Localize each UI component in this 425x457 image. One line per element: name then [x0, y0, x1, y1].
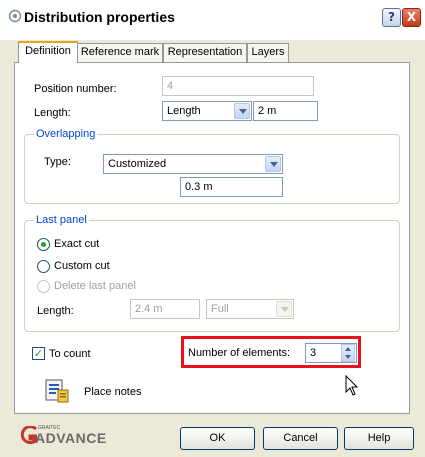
custom-cut-radio[interactable]: [37, 260, 50, 273]
custom-cut-label[interactable]: Custom cut: [54, 260, 110, 272]
type-label: Type:: [44, 156, 71, 168]
help-title-button[interactable]: ?: [382, 8, 401, 27]
to-count-checkbox[interactable]: ✓: [32, 347, 45, 360]
mouse-cursor-icon: [345, 375, 359, 396]
length-input[interactable]: 2 m: [253, 101, 318, 121]
number-of-elements-value: 3: [310, 347, 317, 359]
overlapping-legend: Overlapping: [34, 128, 98, 140]
length-label: Length:: [34, 107, 71, 119]
overlap-value-input[interactable]: 0.3 m: [180, 177, 283, 197]
tab-layers[interactable]: Layers: [247, 43, 289, 62]
spinner-icon[interactable]: [341, 344, 355, 362]
delete-last-panel-radio: [37, 280, 50, 293]
number-of-elements-label: Number of elements:: [188, 347, 291, 359]
chevron-down-icon[interactable]: [265, 156, 281, 172]
last-panel-length-label: Length:: [37, 305, 74, 317]
chevron-down-icon: [276, 301, 292, 317]
length-select-value: Length: [167, 105, 201, 117]
number-of-elements-input[interactable]: 3: [305, 343, 357, 363]
close-button[interactable]: X: [402, 8, 421, 27]
window-icon: [8, 9, 22, 23]
to-count-label[interactable]: To count: [49, 348, 91, 360]
exact-cut-label[interactable]: Exact cut: [54, 238, 99, 250]
last-panel-mode-value: Full: [211, 303, 229, 315]
place-notes-icon[interactable]: [44, 378, 70, 404]
type-select[interactable]: Customized: [103, 154, 283, 174]
position-number-label: Position number:: [34, 83, 117, 95]
chevron-down-icon[interactable]: [234, 103, 250, 119]
help-button[interactable]: Help: [344, 427, 414, 450]
tab-representation[interactable]: Representation: [163, 43, 247, 62]
cancel-button[interactable]: Cancel: [263, 427, 338, 450]
title-bar[interactable]: Distribution properties ? X: [0, 0, 425, 40]
length-select[interactable]: Length: [162, 101, 252, 121]
place-notes-label[interactable]: Place notes: [84, 386, 141, 398]
tab-definition[interactable]: Definition: [18, 41, 78, 63]
window-title: Distribution properties: [24, 9, 175, 25]
delete-last-panel-label: Delete last panel: [54, 280, 136, 292]
last-panel-legend: Last panel: [34, 214, 89, 226]
ok-button[interactable]: OK: [180, 427, 255, 450]
last-panel-mode-select: Full: [206, 299, 294, 319]
position-number-field: 4: [162, 76, 314, 96]
last-panel-length-field: 2.4 m: [130, 299, 200, 319]
exact-cut-radio[interactable]: [37, 238, 50, 251]
logo-text: ADVANCE: [35, 430, 107, 446]
tab-reference-mark[interactable]: Reference mark: [77, 43, 163, 62]
type-select-value: Customized: [108, 158, 167, 170]
